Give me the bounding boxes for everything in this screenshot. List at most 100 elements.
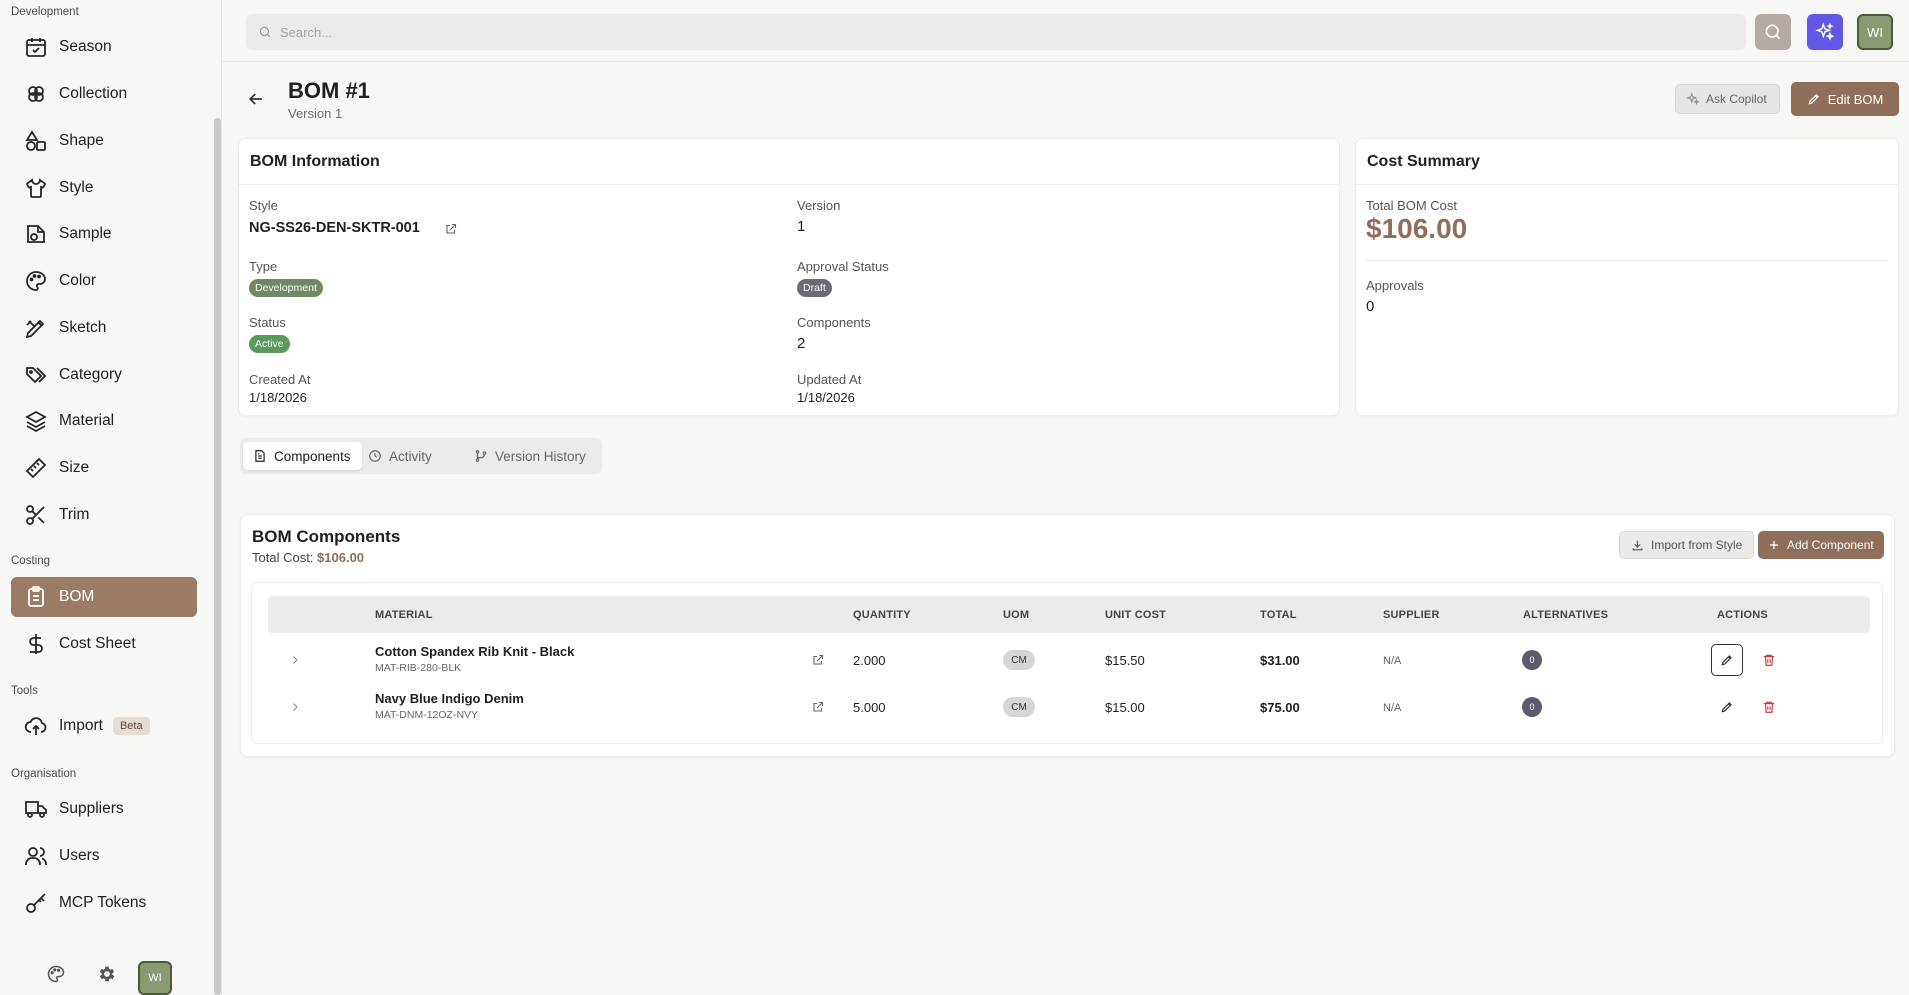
section-tools: Tools [11,685,38,697]
sidebar-item-label: Cost Sheet [59,635,136,652]
sidebar-item-size[interactable]: Size [11,448,197,488]
approval-status-label: Approval Status [797,259,889,274]
gear-icon[interactable] [97,964,117,984]
total-cost-value: $106.00 [317,550,365,565]
beta-badge: Beta [112,717,150,735]
sidebar-item-shape[interactable]: Shape [11,121,197,161]
material-name: Cotton Spandex Rib Knit - Black [375,644,575,659]
section-organisation: Organisation [11,768,77,780]
components-label: Components [797,315,871,330]
sidebar-item-label: Style [59,179,94,196]
alternatives-count-badge[interactable]: 0 [1522,650,1542,670]
sample-icon [27,225,45,243]
external-link-icon[interactable] [812,654,824,666]
type-badge: Development [249,279,323,297]
user-avatar[interactable]: WI [138,961,172,995]
palette-icon[interactable] [46,964,66,984]
sidebar-item-sample[interactable]: Sample [11,214,197,254]
trash-icon[interactable] [1762,700,1776,714]
add-component-label: Add Component [1787,538,1874,552]
sidebar-item-material[interactable]: Material [11,401,197,441]
col-uom: UOM [1003,609,1030,621]
scissors-icon [26,505,45,525]
tab-version-history[interactable]: Version History [474,442,586,470]
import-from-style-button[interactable]: Import from Style [1619,531,1755,559]
cloud-upload-icon [24,717,47,735]
key-icon [26,893,46,913]
file-text-icon [255,450,265,462]
created-at-value: 1/18/2026 [249,390,307,405]
sidebar-item-import[interactable]: Import Beta [11,706,197,746]
shirt-icon [26,178,46,198]
layers-icon [25,410,47,433]
updated-at-value: 1/18/2026 [797,390,855,405]
sidebar-item-trim[interactable]: Trim [11,495,197,535]
sidebar-item-category[interactable]: Category [11,355,197,395]
calendar-icon [26,38,46,57]
tab-bar: Components Activity Version History [240,438,602,474]
sidebar-item-label: Sample [59,225,112,242]
sidebar-item-users[interactable]: Users [11,836,197,876]
sidebar: Development Season Collection Shape Styl… [0,0,222,995]
card-title: Cost Summary [1356,139,1898,185]
edit-component-button[interactable] [1711,691,1743,723]
sidebar-item-season[interactable]: Season [11,27,197,67]
chevron-right-icon[interactable] [289,654,301,666]
sidebar-item-sketch[interactable]: Sketch [11,308,197,348]
sidebar-item-label: MCP Tokens [59,894,147,911]
sidebar-item-style[interactable]: Style [11,168,197,208]
page-title: BOM #1 [288,78,370,103]
git-branch-icon [475,450,487,462]
edit-bom-button[interactable]: Edit BOM [1791,82,1899,116]
chevron-right-icon[interactable] [289,701,301,713]
sidebar-item-mcp-tokens[interactable]: MCP Tokens [11,883,197,923]
external-link-icon[interactable] [445,223,457,235]
sidebar-item-color[interactable]: Color [11,261,197,301]
sidebar-item-bom[interactable]: BOM [11,577,197,617]
external-link-icon[interactable] [812,701,824,713]
palette-icon [26,271,46,291]
dollar-icon [29,634,43,654]
bom-information-card: BOM Information Style NG-SS26-DEN-SKTR-0… [238,138,1340,416]
add-component-button[interactable]: Add Component [1758,531,1884,559]
sidebar-item-label: Users [59,847,100,864]
col-total: TOTAL [1260,609,1297,621]
sidebar-item-cost-sheet[interactable]: Cost Sheet [11,624,197,664]
search-bar[interactable] [246,14,1746,50]
sidebar-scrollbar[interactable] [214,118,221,995]
download-icon [1632,540,1643,550]
edit-component-button[interactable] [1711,644,1743,676]
col-unit-cost: UNIT COST [1105,609,1167,621]
quantity-cell: 5.000 [853,700,886,715]
updated-at-label: Updated At [797,372,862,387]
sidebar-item-label: Material [59,412,115,429]
table-row[interactable]: Navy Blue Indigo Denim MAT-DNM-12OZ-NVY … [268,684,1870,730]
edit-bom-label: Edit BOM [1827,91,1884,107]
tab-components[interactable]: Components [243,442,362,470]
ask-copilot-button[interactable]: Ask Copilot [1675,84,1780,114]
import-from-style-label: Import from Style [1651,538,1743,552]
section-costing: Costing [11,555,50,567]
top-bar: WI [222,0,1909,62]
alternatives-count-badge[interactable]: 0 [1522,697,1542,717]
tab-activity[interactable]: Activity [368,442,432,470]
arrow-left-icon[interactable] [246,89,266,109]
ai-assistant-button[interactable] [1807,14,1843,50]
users-icon [25,847,47,865]
search-input[interactable] [280,24,1680,40]
quantity-cell: 2.000 [853,653,886,668]
col-alternatives: ALTERNATIVES [1523,609,1609,621]
sidebar-item-suppliers[interactable]: Suppliers [11,789,197,829]
table-row[interactable]: Cotton Spandex Rib Knit - Black MAT-RIB-… [268,637,1870,683]
sparkles-icon [1686,92,1700,105]
user-avatar[interactable]: WI [1857,14,1893,50]
pencil-icon [1721,702,1732,713]
search-button[interactable] [1755,14,1791,50]
type-label: Type [249,259,278,274]
trash-icon[interactable] [1762,653,1776,667]
col-quantity: QUANTITY [853,609,911,621]
pen-tool-icon [25,319,45,339]
sidebar-item-label: Category [59,366,122,383]
total-bom-cost-value: $106.00 [1366,213,1468,244]
sidebar-item-collection[interactable]: Collection [11,74,197,114]
